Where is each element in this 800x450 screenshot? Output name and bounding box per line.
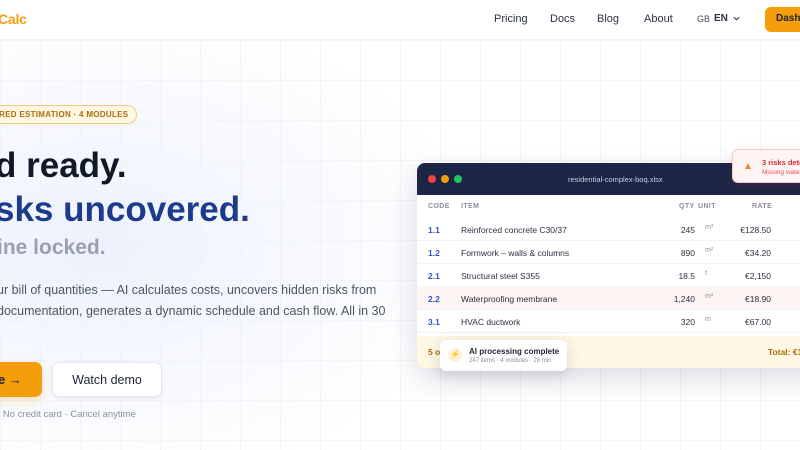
- row-item: Reinforced concrete C30/37: [461, 225, 567, 235]
- row-code: 2.2: [428, 294, 440, 304]
- boq-preview-window: residential-complex-boq.xlsx CODE ITEM Q…: [417, 163, 800, 368]
- hero-description: ur bill of quantities — AI calculates co…: [0, 280, 386, 322]
- footer-total: Total: €1: [768, 347, 800, 357]
- table-row[interactable]: 2.1 Structural steel S355 18.5 t €2,150: [417, 264, 800, 287]
- warning-icon: ▲: [743, 161, 753, 172]
- row-item: Structural steel S355: [461, 271, 540, 281]
- row-item: Formwork – walls & columns: [461, 248, 570, 258]
- risk-subtitle: Missing wate: [762, 169, 800, 176]
- header-item: ITEM: [461, 203, 480, 210]
- row-unit: m²: [705, 247, 714, 254]
- row-rate: €128.50: [740, 225, 771, 235]
- row-qty: 245: [680, 225, 695, 235]
- risk-title: 3 risks dete: [762, 158, 800, 167]
- row-code: 3.1: [428, 317, 440, 327]
- row-code: 2.1: [428, 271, 440, 281]
- footer-count: 5 o: [428, 347, 441, 357]
- start-free-button[interactable]: e →: [0, 362, 42, 397]
- table-header: CODE ITEM QTY UNIT RATE: [417, 203, 800, 215]
- minimize-dot-icon: [441, 175, 449, 183]
- maximize-dot-icon: [454, 175, 462, 183]
- hero-badge: RED ESTIMATION · 4 MODULES: [0, 105, 138, 124]
- row-unit: m: [705, 316, 711, 323]
- row-code: 1.1: [428, 225, 440, 235]
- header-rate: RATE: [752, 203, 773, 210]
- table-row-highlighted[interactable]: 2.2 Waterproofing membrane 1,240 m² €18.…: [417, 287, 800, 310]
- fine-print: · No credit card · Cancel anytime: [0, 409, 136, 420]
- row-qty: 18.5: [678, 271, 695, 281]
- toast-title: AI processing complete: [469, 347, 560, 356]
- row-rate: €34.20: [745, 248, 771, 258]
- hero-description-line1: ur bill of quantities — AI calculates co…: [0, 283, 377, 297]
- nav-link-pricing[interactable]: Pricing: [494, 13, 528, 25]
- table-row[interactable]: 3.1 HVAC ductwork 320 m €67.00: [417, 310, 800, 333]
- row-rate: €2,150: [745, 271, 771, 281]
- risk-alert: ▲ 3 risks dete Missing wate: [732, 149, 800, 183]
- hero-description-line2: documentation, generates a dynamic sched…: [0, 304, 386, 318]
- header-unit: UNIT: [698, 203, 716, 210]
- close-dot-icon: [428, 175, 436, 183]
- row-item: Waterproofing membrane: [461, 294, 558, 304]
- language-selector[interactable]: GB EN: [697, 13, 741, 24]
- file-name: residential-complex-boq.xlsx: [568, 175, 663, 184]
- row-qty: 1,240: [673, 294, 695, 304]
- row-item: HVAC ductwork: [461, 317, 521, 327]
- language-label: EN: [714, 13, 728, 24]
- chevron-down-icon: [733, 16, 740, 21]
- row-qty: 890: [680, 248, 695, 258]
- lightning-icon: ⚡: [448, 348, 462, 362]
- logo[interactable]: Calc: [0, 11, 27, 27]
- flag-gb: GB: [697, 13, 711, 24]
- row-code: 1.2: [428, 248, 440, 258]
- ai-processing-toast: ⚡ AI processing complete 247 items · 4 m…: [440, 340, 567, 371]
- nav-link-blog[interactable]: Blog: [597, 13, 619, 25]
- watch-demo-button[interactable]: Watch demo: [52, 362, 162, 397]
- hero-title-line2: sks uncovered.: [0, 190, 250, 229]
- header-code: CODE: [428, 203, 450, 210]
- top-navbar: Calc Pricing Docs Blog About GB EN Dashb: [0, 0, 800, 40]
- dashboard-button[interactable]: Dashb: [765, 7, 800, 32]
- row-qty: 320: [680, 317, 695, 327]
- toast-subtitle: 247 items · 4 modules · 28 min: [469, 358, 552, 364]
- row-unit: t: [705, 270, 707, 277]
- nav-link-docs[interactable]: Docs: [550, 13, 575, 25]
- table-row[interactable]: 1.2 Formwork – walls & columns 890 m² €3…: [417, 241, 800, 264]
- nav-link-about[interactable]: About: [644, 13, 673, 25]
- row-unit: m³: [705, 224, 714, 231]
- header-qty: QTY: [679, 203, 695, 210]
- hero-title-line1: d ready.: [0, 146, 127, 185]
- row-unit: m²: [705, 293, 714, 300]
- row-rate: €18.90: [745, 294, 771, 304]
- hero-title-line3: ine locked.: [0, 236, 106, 259]
- table-row[interactable]: 1.1 Reinforced concrete C30/37 245 m³ €1…: [417, 218, 800, 241]
- row-rate: €67.00: [745, 317, 771, 327]
